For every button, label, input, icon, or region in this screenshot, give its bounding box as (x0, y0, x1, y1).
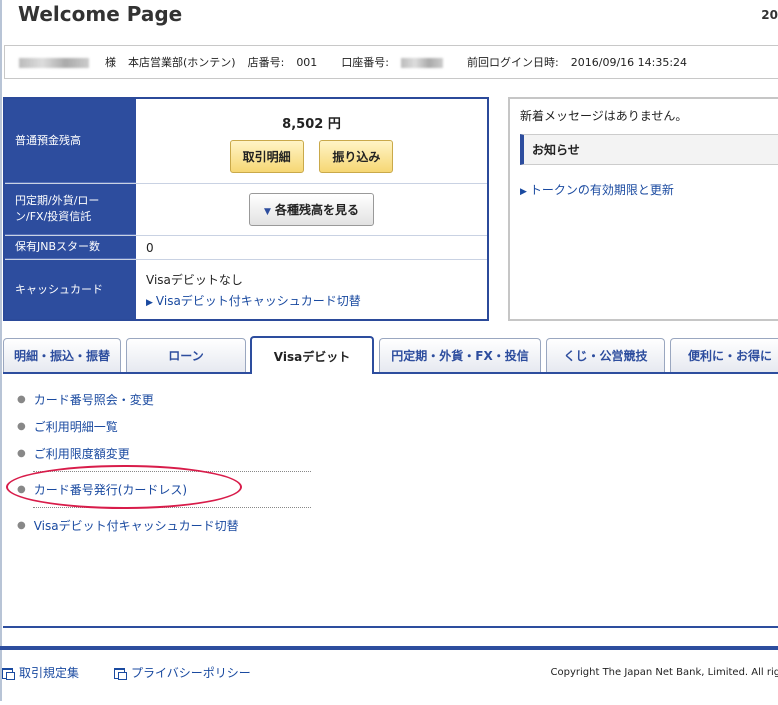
notice-heading: お知らせ (520, 134, 778, 165)
user-info-bar: 様 本店営業部(ホンテン) 店番号: 001 口座番号: 前回ログイン日時: 201… (4, 45, 778, 79)
user-name-redacted (19, 57, 89, 68)
token-expiry-link[interactable]: ▶ トークンの有効期限と更新 (520, 183, 674, 197)
tab-useful-deals[interactable]: 便利に・お得に (670, 338, 778, 372)
cashcard-status: Visaデビットなし (146, 272, 243, 287)
tab-loan[interactable]: ローン (126, 338, 246, 372)
balance-amount: 8,502 円 (282, 117, 341, 132)
branch-name: 本店営業部(ホンテン) (128, 56, 236, 69)
visa-debit-menu: ● カード番号照会・変更 ● ご利用明細一覧 ● ご利用限度額変更 ● カード番号発行(… (17, 386, 311, 539)
account-summary: 普通預金残高 8,502 円 取引明細 振り込み 円定期/外貨/ローン/FX/投… (3, 97, 489, 321)
no-messages-text: 新着メッセージはありません。 (520, 109, 688, 123)
jnb-star-value: 0 (146, 240, 154, 255)
terms-link[interactable]: 取引規定集 (2, 664, 79, 681)
tab-deposits-fx-investment[interactable]: 円定期・外貨・FX・投信 (379, 338, 541, 372)
divider (33, 507, 311, 508)
caret-down-icon: ▼ (264, 207, 271, 217)
balance-row: 普通預金残高 8,502 円 取引明細 振り込み (5, 99, 487, 184)
balance-label: 普通預金残高 (5, 99, 136, 183)
list-item: ● Visaデビット付キャッシュカード切替 (17, 517, 239, 534)
branch-number: 店番号: 001 (247, 56, 318, 69)
page-title: Welcome Page (18, 2, 183, 26)
copyright-text: Copyright The Japan Net Bank, Limited. A… (550, 667, 778, 678)
new-window-icon (114, 668, 127, 680)
triangle-right-icon: ▶ (146, 297, 153, 308)
last-login: 前回ログイン日時: 2016/09/16 14:35:24 (467, 56, 688, 69)
account-number-redacted (401, 58, 444, 68)
tab-lottery-racing[interactable]: くじ・公営競技 (546, 338, 665, 372)
new-window-icon (2, 668, 15, 680)
other-balances-label: 円定期/外貨/ローン/FX/投資信託 (5, 184, 136, 235)
list-item: ● ご利用明細一覧 (17, 418, 118, 435)
transaction-details-button[interactable]: 取引明細 (229, 140, 304, 173)
cashcard-switch-link[interactable]: ▶ Visaデビット付キャッシュカード切替 (146, 292, 477, 309)
jnb-star-label: 保有JNBスター数 (5, 236, 136, 259)
card-number-inquiry-link[interactable]: カード番号照会・変更 (34, 391, 154, 408)
list-item: ● ご利用限度額変更 (17, 445, 130, 462)
footer: 取引規定集 プライバシーポリシー Copyright The Japan Net… (0, 646, 778, 705)
user-honorific: 様 (105, 56, 116, 69)
service-tabs: 明細・振込・振替 ローン Visaデビット 円定期・外貨・FX・投信 くじ・公営… (3, 336, 778, 374)
privacy-link[interactable]: プライバシーポリシー (114, 664, 251, 681)
transfer-button[interactable]: 振り込み (319, 140, 394, 173)
message-panel: 新着メッセージはありません。 お知らせ ▶ トークンの有効期限と更新 (508, 97, 778, 321)
triangle-right-icon: ▶ (520, 187, 527, 197)
cashcard-row: キャッシュカード Visaデビットなし ▶ Visaデビット付キャッシュカード切替 (5, 260, 487, 319)
list-item: ● カード番号照会・変更 (17, 391, 154, 408)
usage-statement-link[interactable]: ご利用明細一覧 (34, 418, 118, 435)
jnb-star-row: 保有JNBスター数 0 (5, 236, 487, 260)
tab-visa-debit[interactable]: Visaデビット (250, 336, 374, 374)
visa-cashcard-switch-link[interactable]: Visaデビット付キャッシュカード切替 (34, 517, 239, 534)
usage-limit-link[interactable]: ご利用限度額変更 (34, 445, 130, 462)
header-date-fragment: 20 (761, 8, 778, 22)
view-balances-button[interactable]: ▼ 各種残高を見る (249, 193, 374, 226)
cashcard-label: キャッシュカード (5, 260, 136, 319)
tab-statements-transfers[interactable]: 明細・振込・振替 (3, 338, 121, 372)
highlight-oval (6, 465, 242, 509)
other-balances-row: 円定期/外貨/ローン/FX/投資信託 ▼ 各種残高を見る (5, 184, 487, 236)
account-number: 口座番号: (341, 54, 455, 70)
